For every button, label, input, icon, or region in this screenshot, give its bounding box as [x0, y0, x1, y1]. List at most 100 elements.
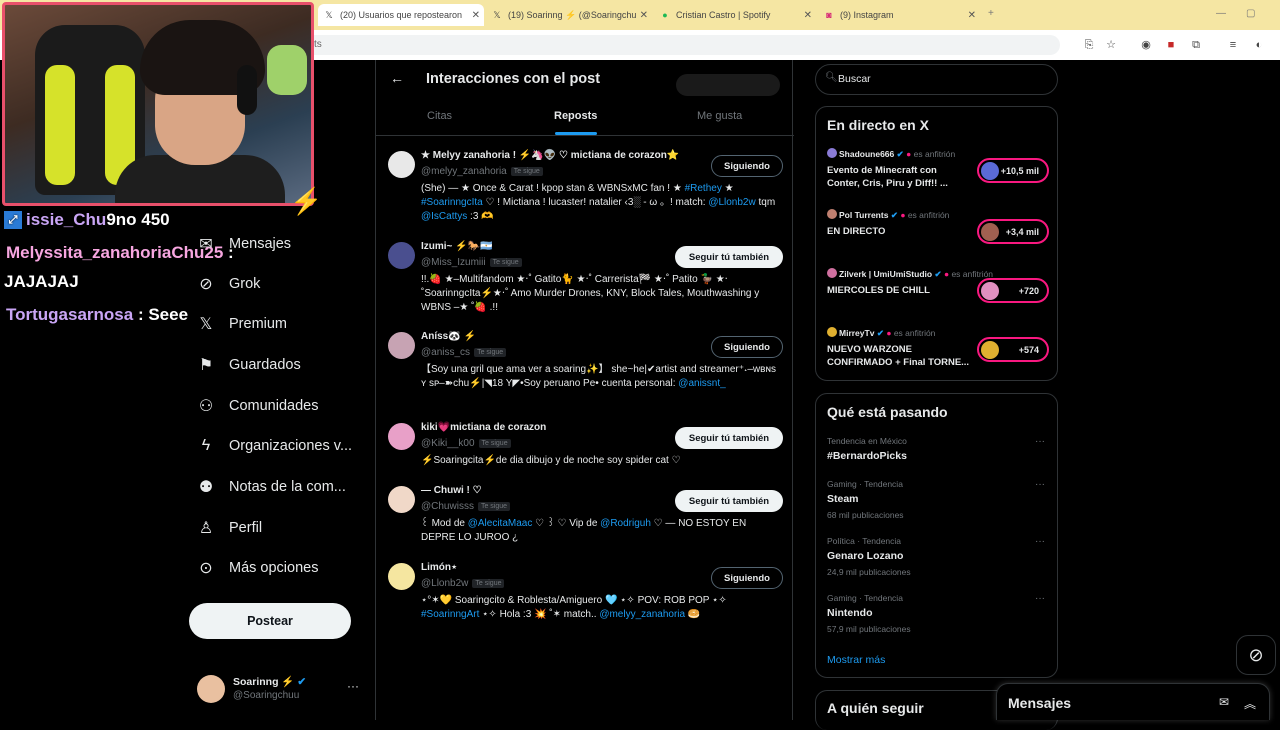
grok-button[interactable]: ⊘	[1236, 635, 1276, 675]
nav-bookmarks[interactable]: ⚑ Guardados	[197, 353, 301, 377]
back-arrow-icon[interactable]: ←	[390, 70, 404, 86]
nav-communities[interactable]: ⚇ Comunidades	[197, 394, 319, 418]
profile-icon[interactable]: ◐	[1252, 38, 1266, 52]
avatar	[388, 423, 415, 450]
avatar	[827, 327, 837, 337]
extension-red-icon[interactable]: ■	[1164, 38, 1178, 52]
close-tab-icon[interactable]: ✕	[804, 10, 812, 21]
trend-context: Política · Tendencia	[827, 536, 902, 546]
live-listeners-pill[interactable]: +3,4 mil	[977, 219, 1049, 244]
messages-drawer[interactable]: Mensajes ✉ ︽	[996, 683, 1270, 720]
close-tab-icon[interactable]: ✕	[640, 10, 648, 21]
chevron-up-icon[interactable]: ︽	[1244, 695, 1256, 712]
trend-name: Steam	[827, 493, 859, 505]
live-item[interactable]: Pol Turrents ✔ ● es anfitrión EN DIRECTO…	[827, 209, 1049, 259]
live-listeners-pill[interactable]: +574	[977, 337, 1049, 362]
nav-premium[interactable]: 𝕏 Premium	[197, 312, 287, 336]
new-tab-icon[interactable]: +	[988, 8, 994, 19]
trend-item[interactable]: Gaming · Tendencia Steam 68 mil publicac…	[827, 479, 1049, 520]
search-input[interactable]: 🔍︎ Buscar	[815, 64, 1058, 95]
live-item[interactable]: MirreyTv ✔ ● es anfitrión NUEVO WARZONE …	[827, 327, 1049, 377]
follows-you-badge: Te sigue	[489, 258, 522, 267]
chat-message: ⤢ issie_Chu9no 450	[4, 210, 170, 230]
follow-back-button[interactable]: Seguir tú también	[675, 490, 783, 512]
trend-item[interactable]: Política · Tendencia Genaro Lozano 24,9 …	[827, 536, 1049, 577]
close-tab-icon[interactable]: ✕	[968, 10, 976, 21]
follows-you-badge: Te sigue	[478, 439, 511, 448]
browser-tab-soarinng[interactable]: 𝕏 (19) Soarinng ⚡ (@Soaringchu ✕	[486, 4, 652, 26]
show-more-link[interactable]: Mostrar más	[827, 654, 885, 666]
mention-link[interactable]: @Rodriguh	[600, 518, 651, 529]
list-item[interactable]: Aníss🐼 ⚡ @aniss_cs Te sigue Siguiendo 【So…	[376, 330, 794, 416]
user-bio: ⋆°✶💛 Soaringcito & Roblesta/Amiguero 🩵 ⋆…	[421, 595, 727, 620]
user-name: Izumi~ ⚡🐎🇦🇷	[421, 241, 493, 252]
media-control-icon[interactable]: ≡	[1226, 38, 1240, 52]
tab-reposts[interactable]: Reposts	[554, 110, 597, 122]
mention-link[interactable]: @Llonb2w	[708, 197, 755, 208]
list-item[interactable]: kiki💗mictiana de corazon @Kiki__k00 Te si…	[376, 421, 794, 481]
following-button[interactable]: Siguiendo	[711, 567, 783, 589]
follow-back-button[interactable]: Seguir tú también	[675, 246, 783, 268]
trend-name: Nintendo	[827, 607, 873, 619]
account-switcher[interactable]: Soarinng ⚡ ✔ @Soaringchuu ···	[197, 673, 367, 705]
live-listeners-pill[interactable]: +10,5 mil	[977, 158, 1049, 183]
new-message-icon[interactable]: ✉	[1219, 695, 1229, 709]
more-dots-icon[interactable]: ···	[1035, 479, 1045, 490]
tab-quotes[interactable]: Citas	[427, 110, 452, 122]
more-dots-icon[interactable]: ···	[1035, 593, 1045, 604]
minimize-icon[interactable]: —	[1216, 8, 1226, 19]
nav-organizations[interactable]: ϟ Organizaciones v...	[197, 434, 352, 458]
hashtag-link[interactable]: #Rethey	[685, 183, 722, 194]
extensions-puzzle-icon[interactable]: ⧉	[1189, 38, 1203, 52]
mention-link[interactable]: @AlecitaMaac	[468, 518, 533, 529]
verified-icon: ✔	[896, 149, 904, 159]
extension-obs-icon[interactable]: ◉	[1139, 38, 1153, 52]
browser-tab-spotify[interactable]: ● Cristian Castro | Spotify ✕	[654, 4, 816, 26]
more-dots-icon[interactable]: ···	[347, 679, 359, 693]
browser-tab-instagram[interactable]: ◙ (9) Instagram ✕	[818, 4, 980, 26]
live-item[interactable]: Zilverk | UmiUmiStudio ✔ ● es anfitrión …	[827, 268, 1049, 318]
lightning-overlay-icon: ⚡	[290, 186, 323, 216]
live-item[interactable]: Shadoune666 ✔ ● es anfitrión Evento de M…	[827, 148, 1049, 198]
trend-item[interactable]: Gaming · Tendencia Nintendo 57,9 mil pub…	[827, 593, 1049, 634]
live-listeners-pill[interactable]: +720	[977, 278, 1049, 303]
nav-community-notes[interactable]: ⚉ Notas de la com...	[197, 475, 346, 499]
hashtag-link[interactable]: #SoarinngcIta	[421, 197, 483, 208]
mention-link[interactable]: @melyy_zanahoria	[599, 609, 685, 620]
live-host: Pol Turrents	[839, 210, 889, 220]
more-dots-icon[interactable]: ···	[1035, 536, 1045, 547]
grok-icon: ⊘	[1248, 644, 1264, 665]
bookmark-icon: ⚑	[198, 357, 214, 374]
profile-name: Soarinng ⚡	[233, 676, 295, 688]
following-button[interactable]: Siguiendo	[711, 155, 783, 177]
tab-likes[interactable]: Me gusta	[697, 110, 742, 122]
maximize-icon[interactable]: ▢	[1246, 8, 1255, 19]
mention-link[interactable]: @anissnt_	[678, 378, 725, 389]
headphones	[237, 65, 257, 115]
browser-tab-reposts[interactable]: 𝕏 (20) Usuarios que repostearon ✕	[318, 4, 484, 26]
nav-more[interactable]: ⊙ Más opciones	[197, 556, 318, 580]
bookmark-star-icon[interactable]: ☆	[1104, 38, 1118, 52]
nav-messages[interactable]: ✉ Mensajes	[197, 232, 291, 256]
more-dots-icon[interactable]: ···	[1035, 436, 1045, 447]
nav-profile[interactable]: ♙ Perfil	[197, 516, 262, 540]
follow-back-button[interactable]: Seguir tú también	[675, 427, 783, 449]
post-interactions-panel: ← Interacciones con el post Citas Repost…	[375, 60, 794, 720]
close-tab-icon[interactable]: ✕	[472, 10, 480, 21]
trend-item[interactable]: Tendencia en México #BernardoPicks ···	[827, 436, 1049, 462]
list-item[interactable]: Limón⋆ @Llonb2w Te sigue Siguiendo ⋆°✶💛 S…	[376, 561, 794, 633]
verified-icon: ✔	[934, 269, 942, 279]
list-item[interactable]: ★ Melyy zanahoria ! ⚡🦄👽 ♡ mictiana de co…	[376, 149, 794, 235]
address-bar[interactable]: ts	[300, 35, 1060, 55]
hashtag-link[interactable]: #SoarinngArt	[421, 609, 479, 620]
following-button[interactable]: Siguiendo	[711, 336, 783, 358]
avatar	[981, 162, 999, 180]
post-button[interactable]: Postear	[189, 603, 351, 639]
trend-context: Gaming · Tendencia	[827, 479, 903, 489]
mention-link[interactable]: @IsCattys	[421, 211, 467, 222]
user-handle: @Chuwisss	[421, 501, 474, 512]
nav-grok[interactable]: ⊘ Grok	[197, 272, 260, 296]
list-item[interactable]: Izumi~ ⚡🐎🇦🇷 @Miss_Izumiii Te sigue Seguir…	[376, 240, 794, 326]
list-item[interactable]: — Chuwi ! ♡ @Chuwisss Te sigue Seguir tú …	[376, 484, 794, 556]
install-icon[interactable]: ⎘	[1082, 38, 1096, 52]
